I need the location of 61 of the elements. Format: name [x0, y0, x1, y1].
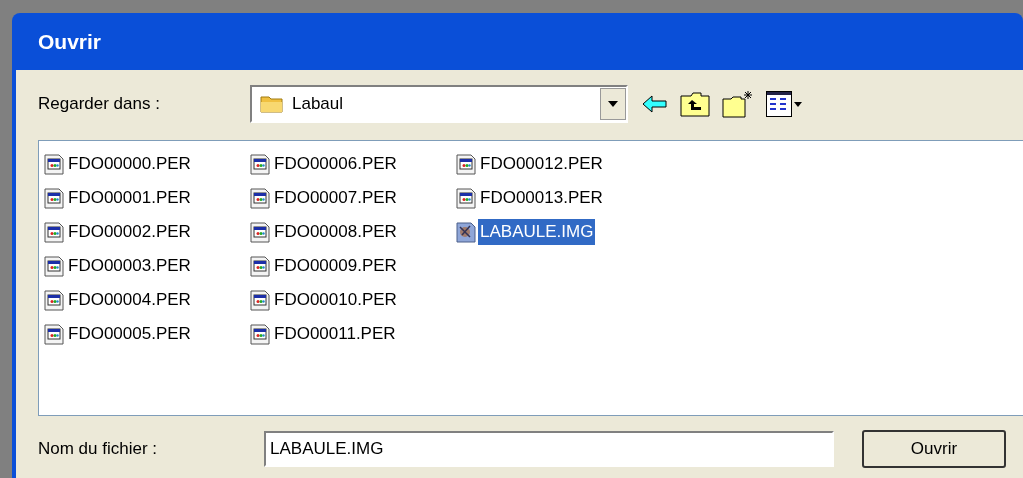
document-icon [456, 153, 476, 175]
file-item[interactable]: FDO00006.PER [250, 147, 452, 181]
file-name-field[interactable]: LABAULE.IMG [264, 431, 834, 467]
dropdown-arrow-button[interactable] [600, 88, 626, 120]
document-icon [250, 153, 270, 175]
file-item[interactable]: FDO00013.PER [456, 181, 658, 215]
look-in-label: Regarder dans : [38, 93, 161, 116]
caret-icon [608, 101, 618, 107]
document-icon [456, 187, 476, 209]
file-name: LABAULE.IMG [478, 219, 596, 245]
file-item[interactable]: FDO00011.PER [250, 317, 452, 351]
document-icon [250, 289, 270, 311]
file-item[interactable]: FDO00001.PER [44, 181, 246, 215]
caret-icon [794, 101, 802, 107]
window-title: Ouvrir [37, 28, 103, 55]
document-icon [44, 153, 64, 175]
open-button[interactable]: Ouvrir [862, 430, 1006, 468]
file-item[interactable]: FDO00008.PER [250, 215, 452, 249]
up-folder-icon[interactable] [680, 91, 710, 117]
file-item[interactable]: FDO00000.PER [44, 147, 246, 181]
file-name: FDO00011.PER [273, 323, 397, 346]
folder-icon [260, 94, 284, 114]
document-icon [250, 255, 270, 277]
back-arrow-icon[interactable] [642, 95, 668, 113]
document-icon [250, 187, 270, 209]
file-name: FDO00008.PER [273, 221, 398, 244]
file-name: FDO00002.PER [67, 221, 192, 244]
file-name: FDO00004.PER [67, 289, 192, 312]
file-item[interactable]: FDO00012.PER [456, 147, 658, 181]
file-name: FDO00013.PER [479, 187, 604, 210]
file-item[interactable]: FDO00009.PER [250, 249, 452, 283]
folder-dropdown[interactable]: Labaul [250, 85, 628, 123]
file-item[interactable]: FDO00004.PER [44, 283, 246, 317]
document-icon [44, 255, 64, 277]
new-folder-icon[interactable] [722, 90, 754, 118]
document-icon [250, 323, 270, 345]
file-name: FDO00001.PER [67, 187, 192, 210]
file-item[interactable]: FDO00010.PER [250, 283, 452, 317]
file-item[interactable]: FDO00003.PER [44, 249, 246, 283]
file-item[interactable]: FDO00005.PER [44, 317, 246, 351]
document-icon [250, 221, 270, 243]
file-item[interactable]: LABAULE.IMG [456, 215, 658, 249]
file-name: FDO00009.PER [273, 255, 398, 278]
file-name: FDO00010.PER [273, 289, 398, 312]
file-name-label: Nom du fichier : [38, 438, 159, 461]
file-name: FDO00000.PER [67, 153, 192, 176]
file-name: FDO00003.PER [67, 255, 192, 278]
document-icon [44, 289, 64, 311]
file-name: FDO00006.PER [273, 153, 398, 176]
file-item[interactable]: FDO00002.PER [44, 215, 246, 249]
file-item[interactable]: FDO00007.PER [250, 181, 452, 215]
document-icon [44, 323, 64, 345]
image-file-icon [456, 221, 476, 243]
file-name: FDO00007.PER [273, 187, 398, 210]
view-menu-button[interactable] [766, 91, 802, 117]
document-icon [44, 221, 64, 243]
folder-name: Labaul [292, 93, 345, 116]
document-icon [44, 187, 64, 209]
list-view-icon [766, 91, 792, 117]
file-name: FDO00005.PER [67, 323, 192, 346]
file-name: FDO00012.PER [479, 153, 604, 176]
